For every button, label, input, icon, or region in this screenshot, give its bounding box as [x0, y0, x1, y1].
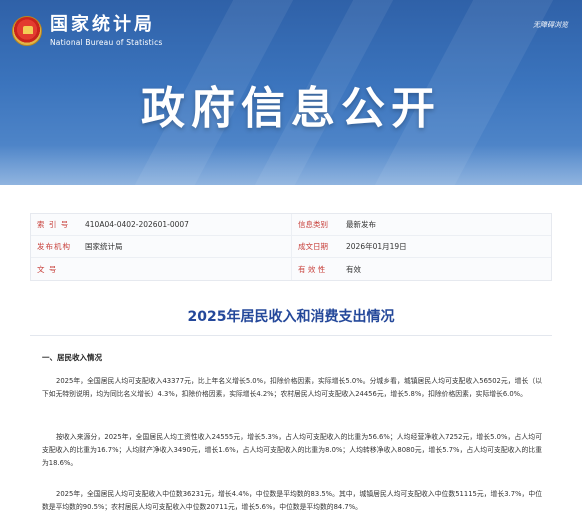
site-logo[interactable]: 国家统计局 National Bureau of Statistics: [12, 14, 163, 48]
meta-docno-value: [81, 258, 291, 280]
meta-category-label: 信息类别: [298, 220, 328, 229]
article-title: 2025年居民收入和消费支出情况: [187, 309, 395, 325]
section-heading-income: 一、居民收入情况: [42, 353, 102, 362]
paragraph-1: 2025年，全国居民人均可支配收入43377元，比上年名义增长5.0%，扣除价格…: [42, 377, 542, 398]
meta-publisher-value: 国家统计局: [85, 242, 123, 251]
paragraph-2: 按收入来源分，2025年，全国居民人均工资性收入24555元，增长5.3%，占人…: [42, 433, 542, 467]
meta-row: 索 引 号 410A04-0402-202601-0007 信息类别 最新发布: [31, 214, 551, 236]
banner-title: 政府信息公开: [141, 83, 441, 134]
document-meta-table: 索 引 号 410A04-0402-202601-0007 信息类别 最新发布 …: [30, 213, 552, 281]
title-divider: [30, 335, 552, 336]
meta-docno-label: 文 号: [37, 264, 58, 274]
header-banner: 国家统计局 National Bureau of Statistics 无障碍浏…: [0, 0, 582, 185]
paragraph-3: 2025年，全国居民人均可支配收入中位数36231元，增长4.4%，中位数是平均…: [42, 490, 542, 511]
meta-index-value: 410A04-0402-202601-0007: [85, 220, 189, 229]
content-panel: 索 引 号 410A04-0402-202601-0007 信息类别 最新发布 …: [10, 185, 572, 522]
page: 国家统计局 National Bureau of Statistics 无障碍浏…: [0, 0, 582, 522]
meta-index-label: 索 引 号: [37, 220, 70, 229]
meta-category-value: 最新发布: [346, 220, 376, 229]
meta-validity-label: 有 效 性: [298, 264, 326, 274]
meta-date-label: 成文日期: [298, 242, 328, 251]
accessible-browsing-link[interactable]: 无障碍浏览: [533, 20, 568, 30]
logo-title-en: National Bureau of Statistics: [50, 38, 163, 47]
logo-title-cn: 国家统计局: [50, 14, 155, 35]
meta-row: 发布机构 国家统计局 成文日期 2026年01月19日: [31, 236, 551, 258]
meta-validity-value: 有效: [346, 264, 361, 274]
meta-publisher-label: 发布机构: [37, 242, 71, 251]
meta-date-value: 2026年01月19日: [346, 242, 407, 251]
meta-row: 文 号 有 效 性 有效: [31, 258, 551, 280]
national-emblem-icon: [12, 16, 42, 46]
